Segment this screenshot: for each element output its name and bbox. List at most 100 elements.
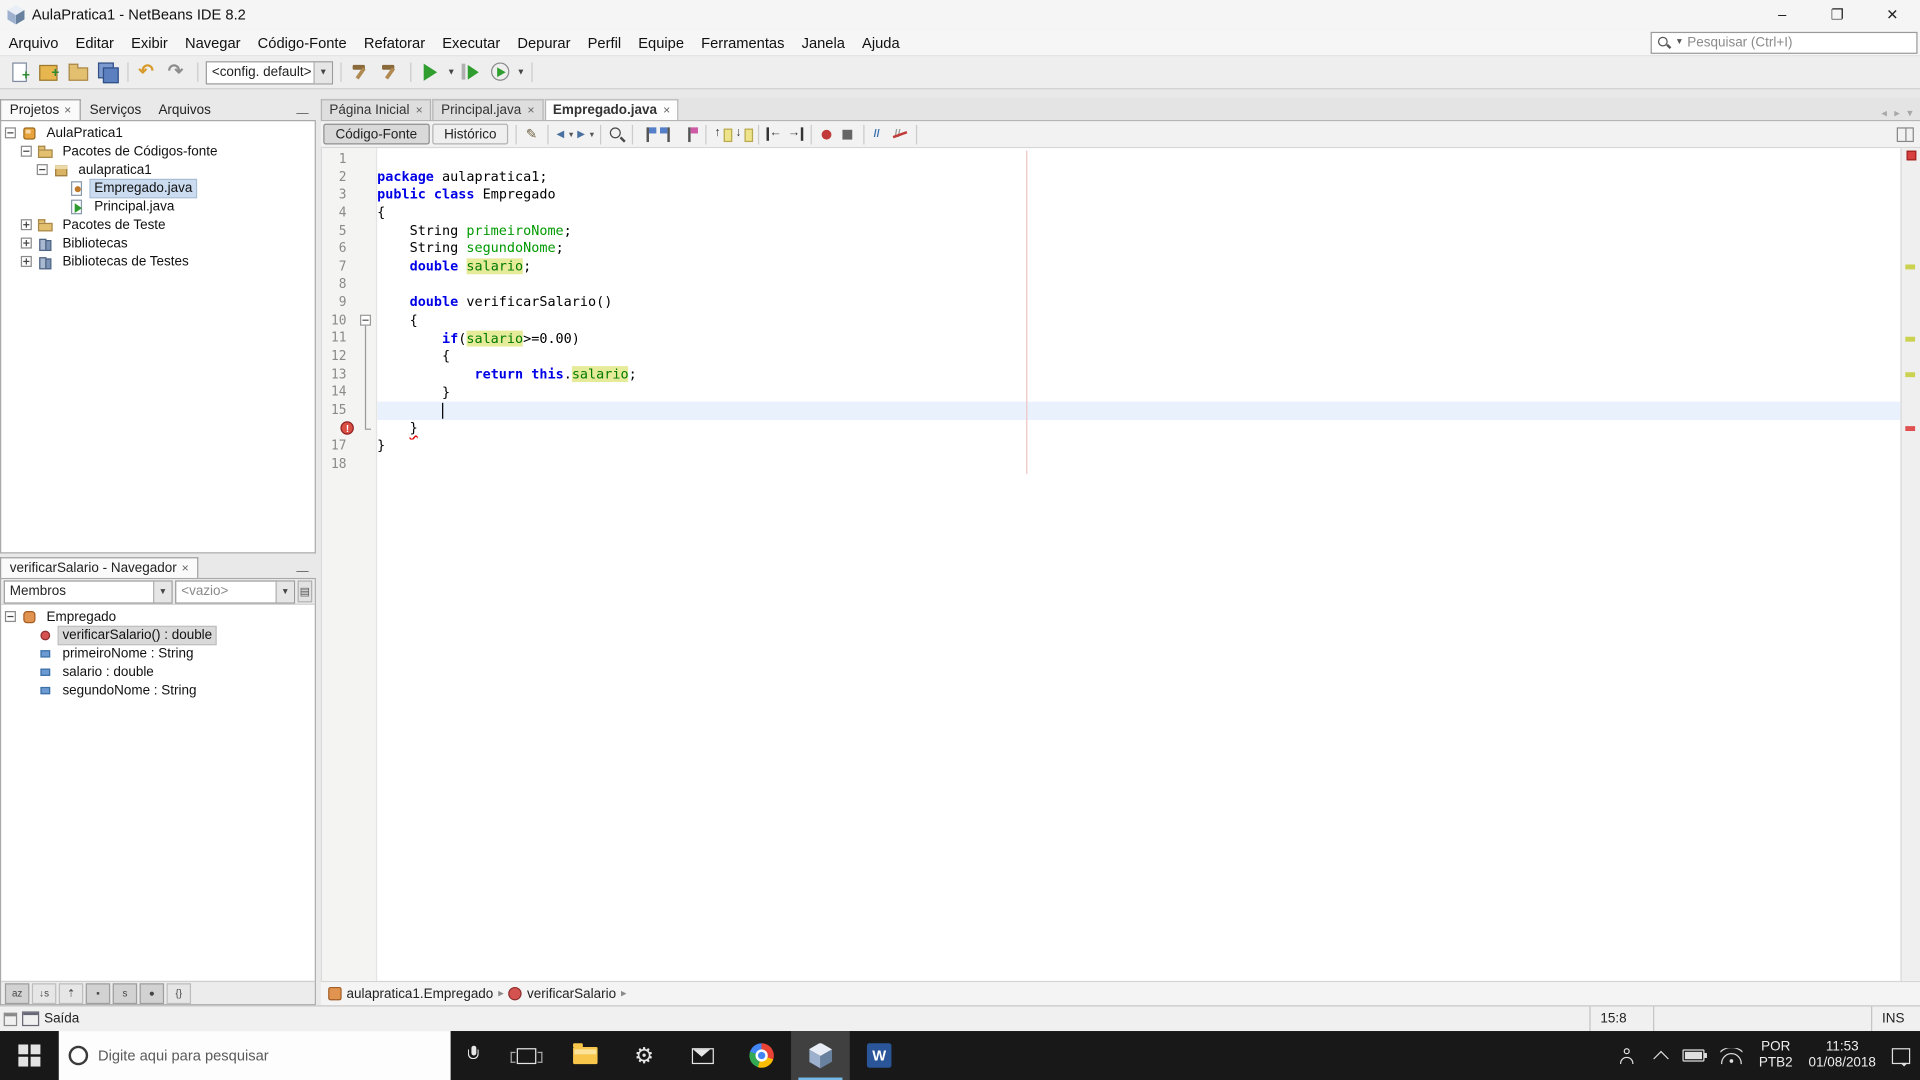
menu-navegar[interactable]: Navegar [176, 31, 249, 53]
editor-tab-pagina-inicial[interactable]: Página Inicial × [320, 99, 432, 120]
mail-taskbar-button[interactable] [673, 1031, 732, 1080]
ide-search-box[interactable]: ▼ Pesquisar (Ctrl+I) [1650, 31, 1918, 54]
menu-depurar[interactable]: Depurar [509, 31, 579, 53]
config-select[interactable]: <config. default> ▼ [205, 60, 334, 84]
profile-project-button[interactable] [487, 59, 514, 86]
run-project-button[interactable] [418, 59, 445, 86]
close-button[interactable]: ✕ [1865, 0, 1920, 29]
menu-editar[interactable]: Editar [67, 31, 123, 53]
profile-project-dropdown-icon[interactable]: ▼ [517, 68, 525, 77]
show-fields-icon[interactable]: ▪ [85, 982, 111, 1004]
word-taskbar-button[interactable]: W [850, 1031, 909, 1080]
minimize-panel-icon[interactable]: — [296, 564, 308, 577]
navigator-settings-button[interactable]: ▤ [297, 580, 313, 603]
expand-handle-icon[interactable] [20, 237, 32, 249]
stripe-mark-line-16[interactable] [1905, 425, 1916, 431]
shift-line-right-icon[interactable] [785, 124, 806, 144]
previous-occurrence-icon[interactable] [712, 124, 733, 144]
split-document-icon[interactable] [1896, 126, 1914, 142]
show-hidden-icons-icon[interactable] [1653, 1050, 1670, 1066]
panel-tab-projetos[interactable]: Projetos × [0, 99, 82, 120]
start-button[interactable] [0, 1031, 59, 1080]
menu-equipe[interactable]: Equipe [630, 31, 693, 53]
tree-row-pacotes-de-teste[interactable]: Pacotes de Teste [1, 216, 314, 234]
show-inherited-members-icon[interactable]: ⇡ [58, 982, 84, 1004]
expand-handle-icon[interactable] [20, 255, 32, 267]
expand-handle-icon[interactable] [20, 219, 32, 231]
collapse-handle-icon[interactable] [4, 127, 16, 139]
menu-arquivo[interactable]: Arquivo [0, 31, 67, 53]
tree-row-empregado-java[interactable]: Empregado.java [1, 178, 314, 198]
members-combo[interactable]: Membros ▼ [3, 579, 173, 604]
tree-row-salario-double[interactable]: salario : double [1, 662, 314, 680]
task-view-taskbar-button[interactable] [497, 1031, 556, 1080]
output-window-button[interactable]: Saída [44, 1011, 79, 1026]
stripe-mark-line-7[interactable] [1905, 264, 1916, 270]
panel-tab-arquivos[interactable]: Arquivos [150, 100, 220, 120]
scroll-tabs-left-icon[interactable]: ◂ [1881, 107, 1887, 120]
close-icon[interactable]: × [416, 103, 423, 116]
stop-macro-recording-icon[interactable] [838, 124, 859, 144]
back-icon[interactable] [554, 124, 575, 144]
last-edit-position-icon[interactable] [522, 124, 543, 144]
minimize-button[interactable]: – [1755, 0, 1810, 29]
error-status-icon[interactable] [1906, 150, 1917, 161]
file-explorer-taskbar-button[interactable] [556, 1031, 615, 1080]
action-center-icon[interactable] [1891, 1047, 1911, 1066]
dock-icon[interactable] [3, 1012, 18, 1026]
insert-mode-indicator[interactable]: INS [1871, 1006, 1920, 1032]
tree-row-bibliotecas-de-testes[interactable]: Bibliotecas de Testes [1, 252, 314, 270]
tab-list-dropdown-icon[interactable]: ▾ [1907, 107, 1913, 120]
tree-row-empregado[interactable]: Empregado [1, 607, 314, 625]
code-editor[interactable]: package aulapratica1; public class Empreg… [377, 148, 1901, 981]
forward-icon[interactable] [575, 124, 596, 144]
save-all-button[interactable] [94, 59, 121, 86]
filter-combo[interactable]: <vazio> ▼ [175, 579, 296, 604]
taskbar-search-box[interactable]: Digite aqui para pesquisar [58, 1031, 451, 1080]
chrome-taskbar-button[interactable] [732, 1031, 791, 1080]
run-project-dropdown-icon[interactable]: ▼ [447, 68, 455, 77]
next-bookmark-icon[interactable] [659, 124, 680, 144]
fold-collapse-icon[interactable] [360, 314, 372, 326]
find-selection-icon[interactable] [607, 124, 628, 144]
view-codigo-fonte-button[interactable]: Código-Fonte [323, 123, 430, 145]
show-static-members-icon[interactable]: s [112, 982, 138, 1004]
close-icon[interactable]: × [527, 103, 534, 116]
tree-row-bibliotecas[interactable]: Bibliotecas [1, 234, 314, 252]
open-project-button[interactable] [65, 59, 92, 86]
tree-row-segundonome-string[interactable]: segundoNome : String [1, 681, 314, 699]
error-badge-icon[interactable] [340, 421, 354, 439]
close-icon[interactable]: × [182, 561, 189, 574]
breadcrumb-item[interactable]: verificarSalario [527, 986, 616, 1001]
sort-alphabetically-icon[interactable]: az [4, 982, 30, 1004]
menu-executar[interactable]: Executar [434, 31, 509, 53]
network-icon[interactable] [1720, 1047, 1743, 1064]
clock[interactable]: 11:53 01/08/2018 [1808, 1039, 1875, 1071]
tree-row-pacotes-de-codigos-fonte[interactable]: Pacotes de Códigos-fonte [1, 142, 314, 160]
tree-row-aulapratica1[interactable]: AulaPratica1 [1, 124, 314, 142]
menu-codigo-fonte[interactable]: Código-Fonte [249, 31, 355, 53]
language-indicator[interactable]: POR PTB2 [1759, 1039, 1793, 1071]
undo-button[interactable] [135, 59, 162, 86]
fully-qualified-names-icon[interactable]: {} [166, 982, 192, 1004]
panel-tab-servicos[interactable]: Serviços [81, 100, 150, 120]
menu-ajuda[interactable]: Ajuda [853, 31, 908, 53]
previous-bookmark-icon[interactable] [639, 124, 660, 144]
microphone-button[interactable] [451, 1031, 498, 1080]
close-icon[interactable]: × [64, 103, 71, 116]
tree-row-principal-java[interactable]: Principal.java [1, 197, 314, 215]
navigator-tab[interactable]: verificarSalario - Navegador × [0, 557, 199, 578]
tree-row-primeironome-string[interactable]: primeiroNome : String [1, 644, 314, 662]
editor-tab-empregado-java[interactable]: Empregado.java × [544, 99, 679, 120]
next-occurrence-icon[interactable] [733, 124, 754, 144]
tree-row-aulapratica1[interactable]: aulapratica1 [1, 160, 314, 178]
menu-exibir[interactable]: Exibir [123, 31, 177, 53]
collapse-handle-icon[interactable] [36, 164, 48, 176]
new-project-button[interactable] [36, 59, 63, 86]
show-non-public-members-icon[interactable]: ● [139, 982, 165, 1004]
debug-project-button[interactable] [458, 59, 485, 86]
shift-line-left-icon[interactable] [765, 124, 786, 144]
clean-and-build-project-button[interactable] [377, 59, 404, 86]
collapse-handle-icon[interactable] [20, 145, 32, 157]
people-icon[interactable] [1620, 1047, 1641, 1064]
